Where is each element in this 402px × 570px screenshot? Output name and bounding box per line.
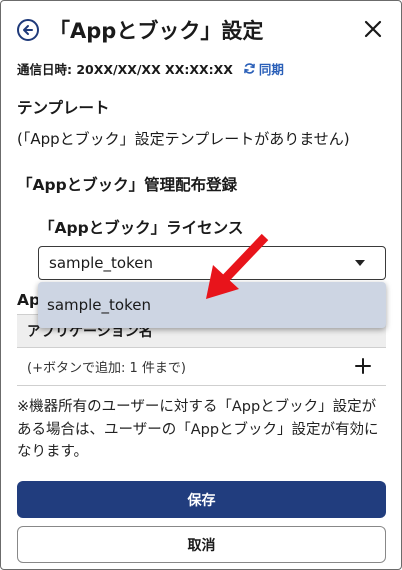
sync-link-label: 同期 [258, 62, 284, 77]
sync-icon [244, 63, 255, 74]
license-heading: 「Appとブック」ライセンス [39, 219, 244, 237]
apps-add-row: (+ボタンで追加: 1 件まで) [17, 348, 386, 386]
apps-heading: Ap [17, 291, 41, 309]
sync-row: 通信日時: 20XX/XX/XX XX:XX:XX 同期 [17, 59, 284, 78]
distribution-heading: 「Appとブック」管理配布登録 [17, 176, 238, 194]
dialog-title: 「Appとブック」設定 [49, 19, 264, 43]
cancel-button[interactable]: 取消 [17, 526, 386, 563]
close-icon[interactable] [363, 19, 383, 39]
apps-add-hint: (+ボタンで追加: 1 件まで) [27, 361, 186, 376]
sync-link[interactable]: 同期 [243, 59, 284, 78]
license-select-value: sample_token [49, 254, 153, 272]
template-note: (「Appとブック」設定テンプレートがありません) [17, 130, 350, 148]
save-button[interactable]: 保存 [17, 481, 386, 518]
license-dropdown-option[interactable]: sample_token [38, 282, 386, 328]
sync-timestamp: 通信日時: 20XX/XX/XX XX:XX:XX [17, 62, 233, 77]
caret-down-icon [355, 260, 365, 266]
back-arrow-icon [23, 25, 33, 35]
license-select[interactable]: sample_token [38, 246, 386, 280]
plus-icon[interactable] [354, 357, 372, 375]
dialog-frame: 「Appとブック」設定 通信日時: 20XX/XX/XX XX:XX:XX 同期… [0, 0, 402, 570]
back-button[interactable] [17, 19, 39, 41]
dialog-header: 「Appとブック」設定 [1, 1, 401, 57]
notice-text: ※機器所有のユーザーに対する「Appとブック」設定がある場合は、ユーザーの「Ap… [17, 399, 379, 460]
template-heading: テンプレート [17, 99, 110, 117]
